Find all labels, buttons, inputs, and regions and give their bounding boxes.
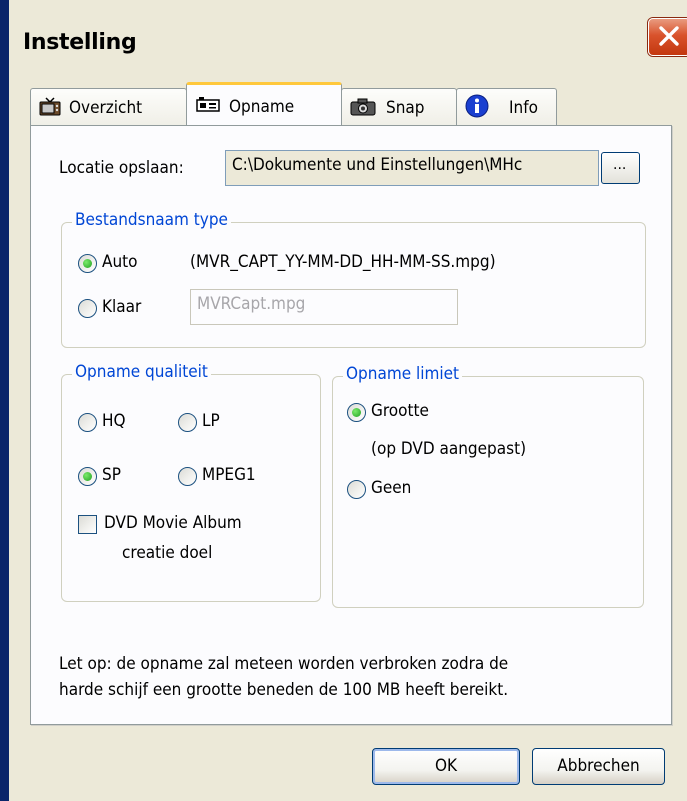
quality-lp-label[interactable]: LP	[202, 411, 220, 431]
quality-lp-radio[interactable]	[178, 413, 197, 432]
limit-size-note: (op DVD aangepast)	[371, 439, 527, 459]
dvd-album-checkbox[interactable]	[78, 515, 97, 534]
tab-overzicht-label: Overzicht	[69, 98, 143, 118]
limit-none-label[interactable]: Geen	[371, 478, 411, 498]
location-label: Locatie opslaan:	[59, 158, 184, 178]
auto-label[interactable]: Auto	[102, 252, 138, 272]
limit-title: Opname limiet	[343, 364, 463, 384]
tab-info-label: Info	[509, 98, 538, 118]
tab-opname-label: Opname	[229, 97, 295, 117]
window-title: Instelling	[23, 30, 137, 55]
notice-line1: Let op: de opname zal meteen worden verb…	[59, 654, 509, 674]
video-recorder-icon	[196, 97, 220, 112]
camera-icon	[350, 98, 376, 116]
auto-pattern: (MVR_CAPT_YY-MM-DD_HH-MM-SS.mpg)	[190, 252, 496, 272]
close-button[interactable]	[648, 18, 687, 56]
settings-dialog: Instelling Overzicht Opname Snap Info Lo…	[0, 0, 687, 801]
quality-hq-radio[interactable]	[78, 413, 97, 432]
tv-icon	[39, 97, 61, 116]
ok-button[interactable]: OK	[372, 748, 520, 785]
tab-overzicht[interactable]: Overzicht	[30, 88, 187, 125]
quality-sp-label[interactable]: SP	[102, 465, 121, 485]
notice-line2: harde schijf een grootte beneden de 100 …	[59, 680, 509, 700]
browse-button-label: ...	[613, 157, 627, 173]
quality-title: Opname qualiteit	[72, 362, 211, 382]
limit-group: Opname limiet Grootte (op DVD aangepast)…	[332, 364, 644, 608]
filename-type-title: Bestandsnaam type	[72, 210, 231, 230]
tab-snap[interactable]: Snap	[341, 88, 457, 125]
quality-mpeg1-label[interactable]: MPEG1	[202, 465, 256, 485]
title-bar[interactable]: Instelling	[9, 0, 687, 88]
tab-opname[interactable]: Opname	[186, 82, 342, 129]
tab-strip: Overzicht Opname Snap Info	[30, 82, 670, 129]
dvd-album-label-line2: creatie doel	[122, 543, 213, 563]
limit-size-radio[interactable]	[347, 403, 366, 422]
klaar-radio[interactable]	[78, 299, 97, 318]
tab-info[interactable]: Info	[456, 88, 557, 125]
browse-button[interactable]: ...	[601, 152, 640, 184]
quality-group: Opname qualiteit HQ LP SP MPEG1 DVD Movi…	[61, 362, 321, 602]
dvd-album-label[interactable]: DVD Movie Album	[104, 513, 242, 533]
tab-snap-label: Snap	[386, 98, 425, 118]
quality-mpeg1-radio[interactable]	[178, 467, 197, 486]
window-border	[0, 0, 9, 801]
filename-type-group: Bestandsnaam type Auto (MVR_CAPT_YY-MM-D…	[61, 210, 646, 348]
cancel-button[interactable]: Abbrechen	[532, 748, 665, 785]
quality-sp-radio[interactable]	[78, 467, 97, 486]
limit-size-label[interactable]: Grootte	[371, 401, 429, 421]
quality-hq-label[interactable]: HQ	[102, 411, 126, 431]
filename-field[interactable]: MVRCapt.mpg	[190, 289, 458, 325]
info-icon	[465, 94, 489, 118]
limit-none-radio[interactable]	[347, 480, 366, 499]
opname-panel: Locatie opslaan: C:\Dokumente und Einste…	[30, 125, 672, 725]
klaar-label[interactable]: Klaar	[102, 297, 141, 317]
auto-radio[interactable]	[78, 254, 97, 273]
close-icon	[659, 26, 679, 46]
location-field[interactable]: C:\Dokumente und Einstellungen\MHc	[225, 150, 599, 186]
